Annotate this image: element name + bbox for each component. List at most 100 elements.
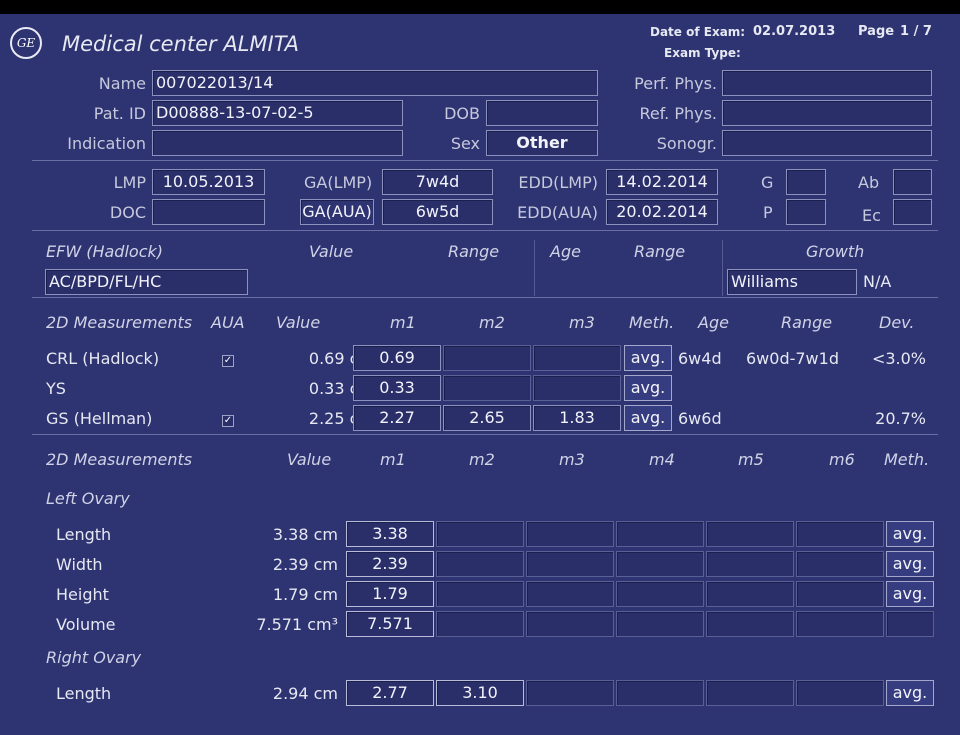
right-length-m1-field[interactable]: 2.77	[346, 680, 434, 706]
left-volume-m5-field[interactable]	[706, 611, 794, 637]
sex-label: Sex	[450, 134, 480, 153]
date-of-exam-value: 02.07.2013	[753, 24, 836, 39]
left-height-m1-field[interactable]: 1.79	[346, 581, 434, 607]
name-field[interactable]: 007022013/14	[152, 70, 598, 96]
ga-lmp-field[interactable]: 7w4d	[382, 169, 493, 195]
dob-field[interactable]	[486, 100, 598, 126]
gs-aua-checkbox[interactable]: ✓	[222, 415, 234, 427]
left-length-value: 3.38 cm	[272, 525, 338, 544]
left-volume-method-field[interactable]	[886, 611, 934, 637]
right-length-m2-field[interactable]: 3.10	[436, 680, 524, 706]
left-length-m1-field[interactable]: 3.38	[346, 521, 434, 547]
ga-lmp-label: GA(LMP)	[304, 173, 373, 192]
page-number: 1 / 7	[900, 24, 932, 39]
meas2-m5-header: m5	[738, 450, 764, 469]
ys-m3-field[interactable]	[533, 375, 621, 401]
sex-field[interactable]: Other	[486, 130, 598, 156]
meas2-m6-header: m6	[829, 450, 855, 469]
left-height-m2-field[interactable]	[436, 581, 524, 607]
ga-aua-field[interactable]: 6w5d	[382, 199, 493, 225]
meas2-meth-header: Meth.	[884, 450, 930, 469]
crl-m2-field[interactable]	[443, 345, 531, 371]
efw-range-header: Range	[448, 242, 500, 261]
left-height-value: 1.79 cm	[272, 585, 338, 604]
left-width-m6-field[interactable]	[796, 551, 884, 577]
left-length-m3-field[interactable]	[526, 521, 614, 547]
gs-m1-field[interactable]: 2.27	[353, 405, 441, 431]
perf-phys-field[interactable]	[722, 70, 932, 96]
left-volume-m1-field[interactable]: 7.571	[346, 611, 434, 637]
crl-label: CRL (Hadlock)	[46, 349, 160, 368]
gs-m2-field[interactable]: 2.65	[443, 405, 531, 431]
right-length-method-button[interactable]: avg.	[886, 680, 934, 706]
crl-method-button[interactable]: avg.	[624, 345, 672, 371]
page-title: Medical center ALMITA	[62, 32, 300, 56]
abortion-field[interactable]	[893, 169, 932, 195]
crl-aua-checkbox[interactable]: ✓	[222, 355, 234, 367]
gs-m3-field[interactable]: 1.83	[533, 405, 621, 431]
meas1-value-header: Value	[276, 313, 321, 332]
patient-id-field[interactable]: D00888-13-07-02-5	[152, 100, 403, 126]
left-height-m5-field[interactable]	[706, 581, 794, 607]
sonographer-field[interactable]	[722, 130, 932, 156]
abortion-label: Ab	[858, 173, 880, 192]
left-volume-value: 7.571 cm³	[256, 615, 338, 634]
left-volume-m4-field[interactable]	[616, 611, 704, 637]
left-volume-m2-field[interactable]	[436, 611, 524, 637]
left-ovary-title: Left Ovary	[46, 489, 130, 508]
gravida-field[interactable]	[786, 169, 826, 195]
ref-phys-field[interactable]	[722, 100, 932, 126]
left-height-m3-field[interactable]	[526, 581, 614, 607]
left-height-label: Height	[56, 585, 109, 604]
doc-field[interactable]	[152, 199, 265, 225]
crl-age: 6w4d	[678, 349, 722, 368]
left-width-m2-field[interactable]	[436, 551, 524, 577]
crl-m1-field[interactable]: 0.69	[353, 345, 441, 371]
crl-m3-field[interactable]	[533, 345, 621, 371]
edd-aua-field[interactable]: 20.02.2014	[606, 199, 718, 225]
left-height-m4-field[interactable]	[616, 581, 704, 607]
para-label: P	[763, 203, 773, 222]
growth-method-field[interactable]: Williams	[727, 269, 857, 295]
right-length-m5-field[interactable]	[706, 680, 794, 706]
ectopic-label: Ec	[862, 206, 881, 225]
edd-lmp-field[interactable]: 14.02.2014	[606, 169, 718, 195]
left-length-m5-field[interactable]	[706, 521, 794, 547]
left-height-m6-field[interactable]	[796, 581, 884, 607]
efw-formula-field[interactable]: AC/BPD/FL/HC	[45, 269, 248, 295]
left-width-m5-field[interactable]	[706, 551, 794, 577]
edd-aua-label: EDD(AUA)	[517, 203, 598, 222]
ys-m2-field[interactable]	[443, 375, 531, 401]
meas1-dev-header: Dev.	[879, 313, 915, 332]
left-length-method-button[interactable]: avg.	[886, 521, 934, 547]
right-length-m3-field[interactable]	[526, 680, 614, 706]
left-width-m1-field[interactable]: 2.39	[346, 551, 434, 577]
left-width-m3-field[interactable]	[526, 551, 614, 577]
left-height-method-button[interactable]: avg.	[886, 581, 934, 607]
meas2-m3-header: m3	[559, 450, 585, 469]
ref-phys-label: Ref. Phys.	[639, 104, 717, 123]
ga-aua-label[interactable]: GA(AUA)	[300, 199, 374, 225]
indication-field[interactable]	[152, 130, 403, 156]
lmp-field[interactable]: 10.05.2013	[152, 169, 265, 195]
left-length-m2-field[interactable]	[436, 521, 524, 547]
ys-method-button[interactable]: avg.	[624, 375, 672, 401]
right-length-m4-field[interactable]	[616, 680, 704, 706]
ys-m1-field[interactable]: 0.33	[353, 375, 441, 401]
meas2-m4-header: m4	[649, 450, 675, 469]
divider	[32, 434, 938, 435]
meas1-m2-header: m2	[479, 313, 505, 332]
left-length-m4-field[interactable]	[616, 521, 704, 547]
gs-method-button[interactable]: avg.	[624, 405, 672, 431]
left-width-m4-field[interactable]	[616, 551, 704, 577]
ectopic-field[interactable]	[893, 199, 932, 225]
para-field[interactable]	[786, 199, 826, 225]
left-volume-m6-field[interactable]	[796, 611, 884, 637]
meas2-m1-header: m1	[380, 450, 406, 469]
right-length-m6-field[interactable]	[796, 680, 884, 706]
meas1-aua-header: AUA	[211, 313, 245, 332]
left-volume-m3-field[interactable]	[526, 611, 614, 637]
left-width-method-button[interactable]: avg.	[886, 551, 934, 577]
ys-label: YS	[46, 379, 66, 398]
left-length-m6-field[interactable]	[796, 521, 884, 547]
